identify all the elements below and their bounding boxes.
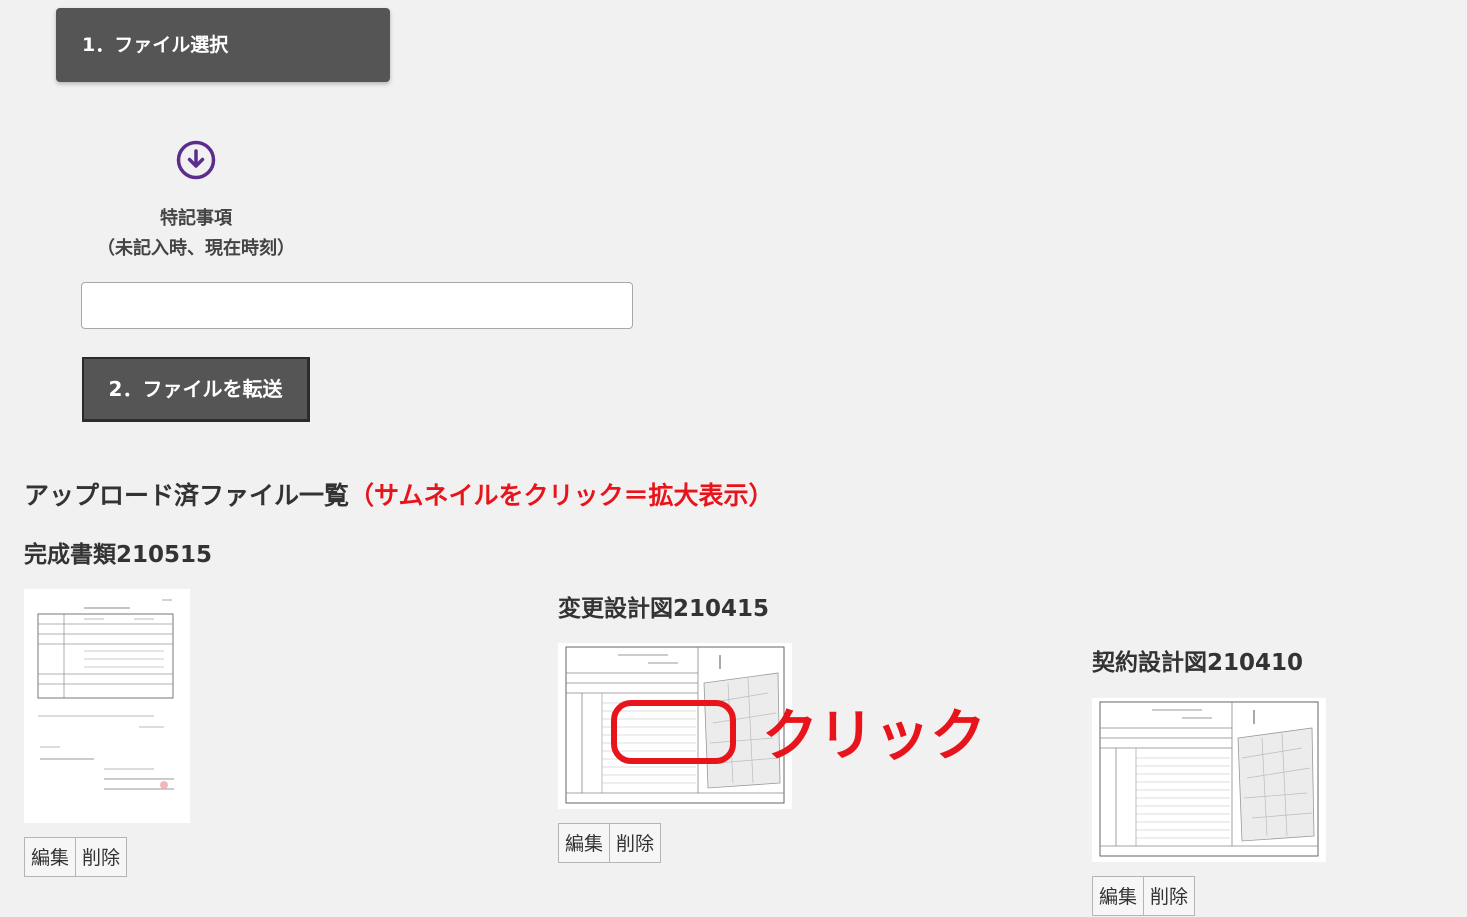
click-highlight-ring [611,700,736,764]
file-actions: 編集 削除 [1092,876,1196,916]
arrow-down-circle-icon [176,140,216,180]
file-actions: 編集 削除 [558,823,662,863]
edit-button[interactable]: 編集 [24,837,77,877]
delete-button[interactable]: 削除 [1144,876,1196,916]
delete-button[interactable]: 削除 [76,837,128,877]
uploaded-list-title: アップロード済ファイル一覧（サムネイルをクリック＝拡大表示） [24,476,774,512]
note-label-subtitle: （未記入時、現在時刻） [97,238,295,259]
delete-button[interactable]: 削除 [610,823,662,863]
file-transfer-button[interactable]: 2．ファイルを転送 [82,357,310,422]
note-label-title: 特記事項 [160,208,232,229]
file-title: 完成書類210515 [24,542,213,568]
file-title: 契約設計図210410 [1092,650,1304,676]
edit-button[interactable]: 編集 [558,823,611,863]
file-thumbnail[interactable] [1092,698,1326,862]
file-title: 変更設計図210415 [558,596,770,622]
file-select-button[interactable]: 1．ファイル選択 [56,8,390,82]
edit-button[interactable]: 編集 [1092,876,1145,916]
click-annotation-label: クリック [762,704,986,769]
file-actions: 編集 削除 [24,837,128,877]
note-label: 特記事項 （未記入時、現在時刻） [81,204,311,264]
uploaded-list-title-text: アップロード済ファイル一覧 [24,481,350,510]
note-input[interactable] [81,282,633,329]
file-thumbnail[interactable] [24,589,190,823]
thumbnail-hint: （サムネイルをクリック＝拡大表示） [349,481,774,510]
